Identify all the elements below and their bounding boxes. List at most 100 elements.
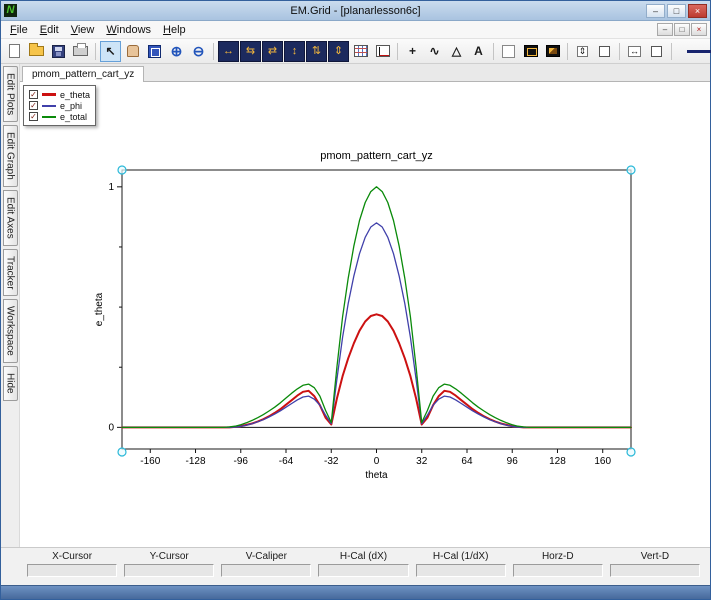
x-tick-label: -160 xyxy=(140,456,160,467)
mdi-close-button[interactable]: × xyxy=(691,23,707,36)
axes-icon[interactable] xyxy=(372,41,393,62)
axes-icon xyxy=(375,45,390,57)
selection-handle[interactable] xyxy=(626,447,636,457)
image-window-icon[interactable] xyxy=(542,41,563,62)
readout-column: V-Caliper xyxy=(221,551,312,582)
scroll-y-icon[interactable]: ⇅ xyxy=(306,40,327,62)
zoom-in-icon: ⊕ xyxy=(170,43,183,59)
readout-value-horz-d xyxy=(512,564,603,577)
main-area: Edit Plots Edit Graph Edit Axes Tracker … xyxy=(1,64,710,547)
legend-line-sample xyxy=(42,115,56,118)
new-icon[interactable] xyxy=(4,41,25,62)
fit-x-icon[interactable]: ⇄ xyxy=(262,40,283,62)
h-caliper-icon: ↔ xyxy=(628,45,641,57)
mdi-restore-button[interactable]: □ xyxy=(674,23,690,36)
text-tool-icon[interactable]: A xyxy=(468,41,489,62)
v-caliper-icon: ⇕ xyxy=(576,45,589,57)
zoom-in-icon[interactable]: ⊕ xyxy=(166,41,187,62)
sidebar-tab-hide[interactable]: Hide xyxy=(2,366,18,401)
readout-column: X-Cursor xyxy=(27,551,118,582)
tab-pmom-pattern-cart-yz[interactable]: pmom_pattern_cart_yz xyxy=(22,66,145,82)
x-axis-title: theta xyxy=(365,470,388,481)
series-e_theta-line[interactable] xyxy=(121,313,632,429)
selection-handle[interactable] xyxy=(626,165,636,175)
selection-handle[interactable] xyxy=(117,447,127,457)
menu-windows[interactable]: Windows xyxy=(100,23,157,37)
sidebar-tab-edit-graph[interactable]: Edit Graph xyxy=(2,125,18,188)
pointer-icon[interactable]: ↖ xyxy=(100,40,121,62)
v-caliper-icon[interactable]: ⇕ xyxy=(572,41,593,62)
x-tick-label: 128 xyxy=(549,456,566,467)
document-column: pmom_pattern_cart_yz ✓ e_theta ✓ e_phi ✓… xyxy=(20,64,710,547)
layout-dropdown-button[interactable]: Layout xyxy=(680,43,711,59)
toolbar: ↖ ⊕ ⊖ ↔ ⇆ ⇄ ↕ ⇅ ⇕ + ∿ △ A ⇕ ↔ Layout xyxy=(1,39,711,64)
selection-handle[interactable] xyxy=(117,165,127,175)
x-tick-label: 64 xyxy=(461,456,473,467)
open-icon[interactable] xyxy=(26,41,47,62)
toolbar-separator xyxy=(493,42,494,60)
menu-edit[interactable]: Edit xyxy=(34,23,65,37)
zoom-out-icon[interactable]: ⊖ xyxy=(188,41,209,62)
close-button[interactable]: × xyxy=(688,3,707,18)
legend-box[interactable]: ✓ e_theta ✓ e_phi ✓ e_total xyxy=(23,85,97,126)
title-bar[interactable]: N EM.Grid - [planarlesson6c] – □ × xyxy=(1,1,710,21)
sidebar-tab-workspace[interactable]: Workspace xyxy=(2,299,18,364)
menu-file[interactable]: File xyxy=(4,23,34,37)
legend-label-e-total: e_total xyxy=(60,111,88,122)
y-axis-title: e_theta xyxy=(94,292,105,326)
series-e_phi-line[interactable] xyxy=(121,222,632,429)
expand-y-icon[interactable]: ↕ xyxy=(284,40,305,62)
grid-icon[interactable] xyxy=(350,41,371,62)
toolbar-buttons: ↖ ⊕ ⊖ ↔ ⇆ ⇄ ↕ ⇅ ⇕ + ∿ △ A ⇕ ↔ xyxy=(4,40,667,62)
zoom-out-icon: ⊖ xyxy=(192,43,205,59)
x-tick-label: -128 xyxy=(186,456,206,467)
print-icon[interactable] xyxy=(70,41,91,62)
save-icon[interactable] xyxy=(48,41,69,62)
annotate-pen-icon[interactable] xyxy=(498,41,519,62)
sidebar-tab-edit-plots[interactable]: Edit Plots xyxy=(2,66,18,123)
readout-value-v-caliper xyxy=(221,564,312,577)
mdi-minimize-button[interactable]: – xyxy=(657,23,673,36)
expand-x-icon[interactable]: ↔ xyxy=(218,40,239,62)
minimize-button[interactable]: – xyxy=(646,3,665,18)
h-caliper-icon[interactable]: ↔ xyxy=(624,41,645,62)
delta-tool-icon[interactable]: △ xyxy=(446,41,467,62)
pan-hand-icon[interactable] xyxy=(122,41,143,62)
h-caliper-toggle-icon[interactable] xyxy=(646,41,667,62)
readout-column: Horz-D xyxy=(512,551,603,582)
sidebar-tab-tracker[interactable]: Tracker xyxy=(2,248,18,297)
mdi-window-controls: – □ × xyxy=(657,23,710,36)
toolbar-separator xyxy=(397,42,398,60)
annotate-pen-icon xyxy=(502,44,515,58)
line-style-icon xyxy=(687,49,711,53)
v-caliper-toggle-icon[interactable] xyxy=(594,41,615,62)
fit-y-icon: ⇕ xyxy=(333,44,344,57)
expand-x-icon: ↔ xyxy=(223,44,234,57)
readout-value-vert-d xyxy=(609,564,700,577)
fit-y-icon[interactable]: ⇕ xyxy=(328,40,349,62)
menu-help[interactable]: Help xyxy=(157,23,192,37)
curve-tool-icon[interactable]: ∿ xyxy=(424,41,445,62)
legend-label-e-theta: e_theta xyxy=(60,89,91,100)
checkbox-checked-icon[interactable]: ✓ xyxy=(29,101,38,110)
data-window-icon[interactable] xyxy=(520,41,541,62)
readout-header-h-cal-1dx: H-Cal (1/dX) xyxy=(432,551,489,562)
checkbox-checked-icon[interactable]: ✓ xyxy=(29,112,38,121)
legend-label-e-phi: e_phi xyxy=(60,100,83,111)
scroll-x-icon[interactable]: ⇆ xyxy=(240,40,261,62)
scroll-x-icon: ⇆ xyxy=(245,44,256,57)
plot-area[interactable] xyxy=(121,169,632,450)
toolbar-separator xyxy=(95,42,96,60)
plot-canvas[interactable]: ✓ e_theta ✓ e_phi ✓ e_total pmom_pattern… xyxy=(20,82,710,547)
menu-view[interactable]: View xyxy=(65,23,101,37)
x-tick-label: 32 xyxy=(416,456,428,467)
checkbox-checked-icon[interactable]: ✓ xyxy=(29,90,38,99)
legend-row: ✓ e_theta xyxy=(29,89,90,100)
chart-title: pmom_pattern_cart_yz xyxy=(320,150,433,162)
sidebar-tab-edit-axes[interactable]: Edit Axes xyxy=(2,190,18,246)
chart[interactable]: pmom_pattern_cart_yz -160 -128 -96 -64 -32 0 32… xyxy=(40,137,680,487)
pan-hand-icon xyxy=(126,45,139,57)
maximize-button[interactable]: □ xyxy=(667,3,686,18)
zoom-window-icon[interactable] xyxy=(144,41,165,62)
add-marker-icon[interactable]: + xyxy=(402,41,423,62)
